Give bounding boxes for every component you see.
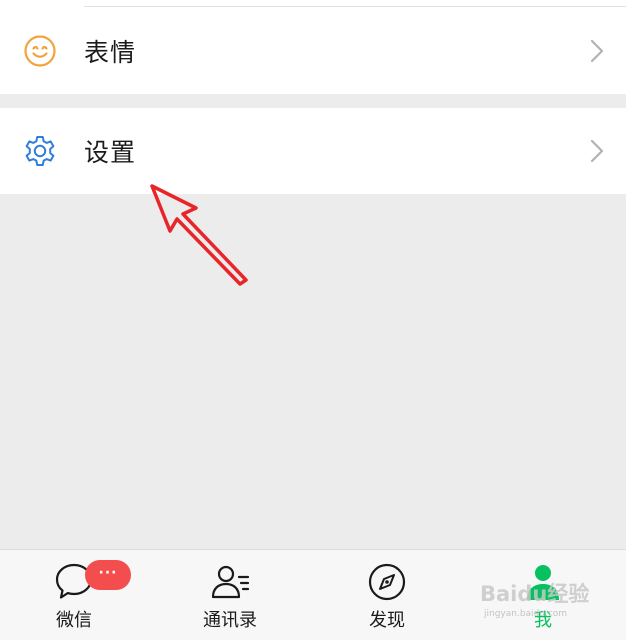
tab-contacts[interactable]: 通讯录 (170, 550, 290, 640)
tab-label: 微信 (56, 610, 92, 631)
menu-item-emoji[interactable]: 表情 (0, 8, 626, 94)
gear-icon (21, 132, 59, 170)
chevron-right-icon (590, 139, 604, 163)
tab-label: 通讯录 (203, 610, 257, 631)
tab-discover[interactable]: 发现 (327, 550, 447, 640)
tab-label: 发现 (369, 610, 405, 631)
unread-badge: ··· (85, 560, 131, 590)
annotation-arrow-icon (150, 184, 248, 286)
person-icon (527, 565, 559, 600)
compass-icon (368, 563, 406, 601)
tab-label: 我 (534, 610, 552, 631)
menu-item-settings[interactable]: 设置 (0, 108, 626, 194)
menu-item-label: 设置 (84, 138, 137, 167)
divider (84, 6, 626, 7)
menu-item-label: 表情 (84, 38, 137, 67)
chevron-right-icon (590, 39, 604, 63)
contacts-icon (211, 565, 250, 599)
smile-icon (21, 32, 59, 70)
tab-me[interactable]: 我 (483, 550, 603, 640)
